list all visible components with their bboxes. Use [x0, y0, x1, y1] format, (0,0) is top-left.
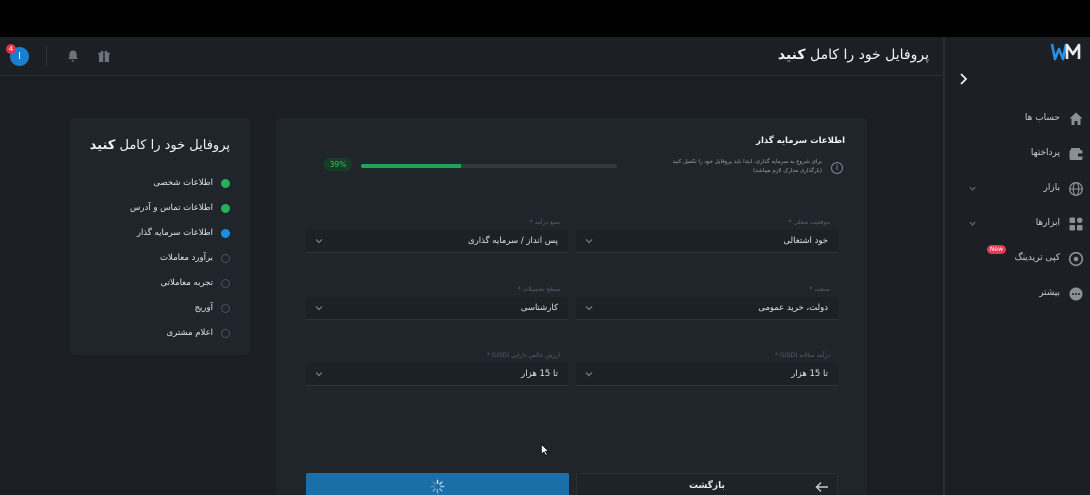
sidebar-item-label: حساب ها: [1024, 113, 1060, 123]
sidebar-item-label: بیشتر: [1039, 288, 1060, 298]
step-label: اطلاعات سرمایه گذار: [136, 228, 213, 238]
info-icon: i: [831, 162, 843, 174]
chevron-down-icon: [585, 372, 593, 377]
field-label: سطح تحصیلات *: [517, 286, 560, 293]
sidebar-item-label: کپی تریدینگ: [1014, 253, 1060, 263]
sidebar-item-label: ابزارها: [1035, 218, 1060, 228]
chevron-right-icon[interactable]: [957, 72, 969, 86]
sidebar-item-tools[interactable]: ابزارها: [946, 214, 1084, 236]
progress-bar: [361, 164, 617, 168]
field-value: تا 15 هزار: [791, 369, 828, 379]
field-value: تا 15 هزار: [521, 369, 558, 379]
industry-select[interactable]: دولت، خرید عمومی: [576, 297, 838, 320]
sidebar-item-label: پرداختها: [1030, 148, 1060, 158]
loading-spinner-icon: [430, 479, 445, 494]
globe-icon: [1069, 182, 1083, 196]
field-label: صنعت *: [809, 286, 830, 293]
avatar-initial: I: [18, 51, 21, 62]
employment-status-select[interactable]: خود اشتغالی: [576, 230, 838, 253]
chevron-down-icon: [315, 372, 323, 377]
sidebar-item-accounts[interactable]: حساب ها: [946, 109, 1084, 131]
next-button[interactable]: [306, 473, 569, 495]
steps-title-text: پروفایل خود را کامل: [115, 138, 230, 153]
field-label: ارزش خالص دارایی (USD) *: [486, 352, 560, 359]
info-text: برای شروع به سرمایه گذاری، ابتدا باید پر…: [672, 159, 822, 174]
annual-income-select[interactable]: تا 15 هزار: [576, 363, 838, 386]
field-value: پس انداز / سرمایه گذاری: [467, 236, 558, 246]
step-label: برآورد معاملات: [160, 253, 213, 263]
app-window: I 4 پروفایل خود را کامل کنید پروفایل خود…: [0, 37, 1090, 495]
step-label: اطلاعات شخصی: [153, 178, 213, 188]
field-value: کارشناسی: [520, 303, 558, 313]
sidebar-item-market[interactable]: بازار: [946, 179, 1084, 201]
education-field[interactable]: سطح تحصیلات * کارشناسی: [306, 286, 568, 320]
field-label: درآمد سالانه (USD) *: [775, 352, 830, 359]
copy-trading-icon: [1068, 251, 1084, 267]
education-select[interactable]: کارشناسی: [306, 297, 568, 320]
pending-step-icon: [221, 254, 230, 263]
mouse-cursor-icon: [541, 444, 549, 456]
form-title: اطلاعات سرمایه گذار: [756, 136, 845, 146]
check-circle-icon: [221, 204, 230, 213]
top-black-band: [0, 0, 1090, 37]
employment-status-field[interactable]: موقعیت شغلی * خود اشتغالی: [576, 219, 838, 253]
pending-step-icon: [221, 304, 230, 313]
sidebar-item-payments[interactable]: پرداختها: [946, 144, 1084, 166]
gift-icon[interactable]: [97, 49, 111, 63]
page-title: پروفایل خود را کامل کنید: [778, 47, 929, 63]
step-label: آوریج: [194, 303, 213, 313]
back-button-label: بازگشت: [689, 481, 725, 491]
chevron-down-icon: [585, 306, 593, 311]
field-value: خود اشتغالی: [783, 236, 828, 246]
progress-percent-badge: 39%: [324, 158, 352, 171]
bell-icon[interactable]: [66, 49, 80, 63]
step-label: اعلام مشتری: [166, 328, 213, 338]
active-step-icon: [221, 229, 230, 238]
notification-count-badge: 4: [6, 44, 16, 54]
wallet-icon: [1069, 148, 1083, 160]
check-circle-icon: [221, 179, 230, 188]
step-label: تجربه معاملاتی: [160, 278, 214, 288]
home-icon: [1069, 112, 1083, 125]
grid-icon: [1069, 217, 1083, 231]
annual-income-field[interactable]: درآمد سالانه (USD) * تا 15 هزار: [576, 352, 838, 386]
more-icon: [1069, 287, 1083, 301]
pending-step-icon: [221, 279, 230, 288]
header-divider: [46, 45, 47, 67]
sidebar-item-more[interactable]: بیشتر: [946, 284, 1084, 306]
steps-title: پروفایل خود را کامل کنید: [90, 138, 230, 153]
field-label: منبع درآمد *: [529, 219, 560, 226]
investor-info-form: اطلاعات سرمایه گذار i برای شروع به سرمای…: [276, 118, 867, 495]
net-worth-select[interactable]: تا 15 هزار: [306, 363, 568, 386]
pending-step-icon: [221, 329, 230, 338]
sidebar-item-label: بازار: [1043, 183, 1060, 193]
net-worth-field[interactable]: ارزش خالص دارایی (USD) * تا 15 هزار: [306, 352, 568, 386]
chevron-down-icon: [969, 186, 976, 191]
brand-logo-icon[interactable]: [1050, 41, 1082, 63]
back-button[interactable]: بازگشت: [576, 473, 838, 495]
progress-fill: [361, 164, 461, 168]
income-source-field[interactable]: منبع درآمد * پس انداز / سرمایه گذاری: [306, 219, 568, 253]
industry-field[interactable]: صنعت * دولت، خرید عمومی: [576, 286, 838, 320]
page-title-bold: کنید: [777, 47, 806, 63]
sidebar-item-copy-trading[interactable]: کپی تریدینگ New: [946, 245, 1084, 271]
arrow-left-icon: [815, 482, 828, 492]
field-value: دولت، خرید عمومی: [758, 303, 828, 313]
page-title-text: پروفایل خود را کامل: [805, 47, 929, 63]
chevron-down-icon: [315, 239, 323, 244]
chevron-down-icon: [585, 239, 593, 244]
chevron-down-icon: [315, 306, 323, 311]
income-source-select[interactable]: پس انداز / سرمایه گذاری: [306, 230, 568, 253]
sidebar: حساب ها پرداختها بازار ابزارها کپی تریدی…: [945, 37, 1090, 495]
new-badge: New: [986, 245, 1006, 254]
top-header: I 4 پروفایل خود را کامل کنید: [0, 37, 943, 76]
chevron-down-icon: [969, 221, 976, 226]
step-label: اطلاعات تماس و آدرس: [130, 203, 213, 213]
field-label: موقعیت شغلی *: [788, 219, 830, 226]
profile-steps-panel: پروفایل خود را کامل کنید اطلاعات شخصی اط…: [70, 118, 250, 355]
steps-title-bold: کنید: [89, 138, 116, 153]
